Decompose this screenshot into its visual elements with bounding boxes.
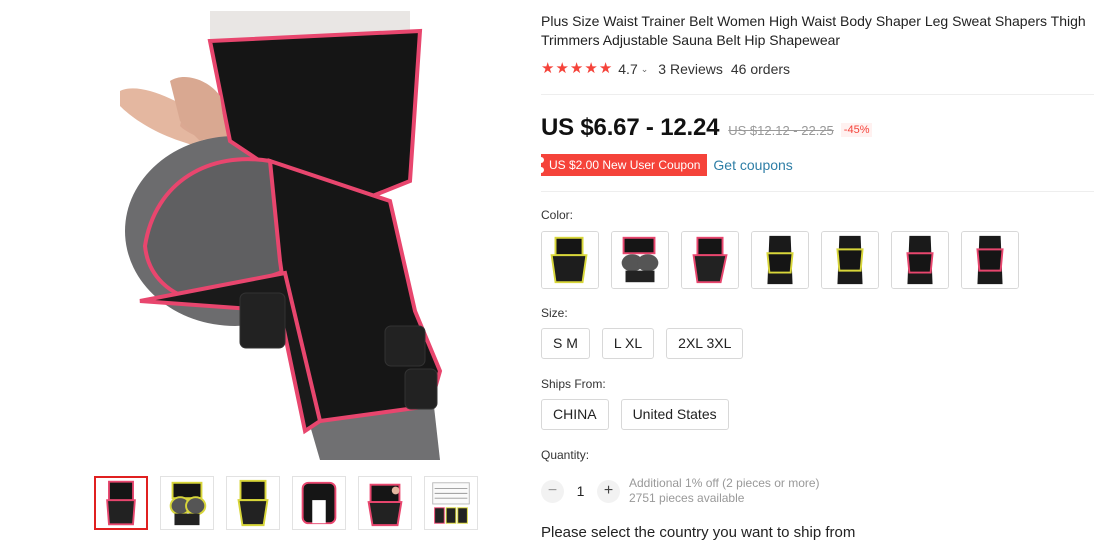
size-option-2xl-3xl[interactable]: 2XL 3XL xyxy=(666,328,744,359)
thumbnail-1[interactable] xyxy=(94,476,148,530)
quantity-value[interactable]: 1 xyxy=(564,483,597,499)
thumbnail-strip xyxy=(94,476,478,530)
reviews-link[interactable]: 3 Reviews xyxy=(658,61,723,77)
quantity-label: Quantity: xyxy=(541,448,590,462)
ships-from-united-states[interactable]: United States xyxy=(620,399,729,430)
star-icon: ★ xyxy=(541,60,555,77)
color-option-4[interactable] xyxy=(751,231,809,289)
thumbnail-5[interactable] xyxy=(358,476,412,530)
product-title: Plus Size Waist Trainer Belt Women High … xyxy=(541,13,1086,48)
color-option-1[interactable] xyxy=(541,231,599,289)
rating-value[interactable]: 4.7 xyxy=(618,61,637,77)
ships-from-options: CHINA United States xyxy=(541,399,729,430)
chevron-down-icon[interactable]: ⌄ xyxy=(641,64,649,75)
quantity-info: Additional 1% off (2 pieces or more) 275… xyxy=(629,476,820,506)
product-photo-illustration xyxy=(120,11,443,460)
quantity-discount-note: Additional 1% off (2 pieces or more) xyxy=(629,476,820,490)
rating-row: ★ ★ ★ ★ ★ 4.7 ⌄ 3 Reviews 46 orders xyxy=(541,61,791,78)
size-option-s-m[interactable]: S M xyxy=(541,328,590,359)
divider xyxy=(541,191,1094,192)
coupon-badge: US $2.00 New User Coupon xyxy=(537,154,708,176)
shipping-message: Please select the country you want to sh… xyxy=(541,524,856,541)
quantity-increase-button[interactable]: + xyxy=(597,479,620,503)
size-label: Size: xyxy=(541,306,568,320)
thumbnail-4[interactable] xyxy=(292,476,346,530)
color-label: Color: xyxy=(541,208,574,222)
orders-count: 46 orders xyxy=(730,61,791,77)
color-option-7[interactable] xyxy=(961,231,1019,289)
thumbnail-2[interactable] xyxy=(160,476,214,530)
thumbnail-3[interactable] xyxy=(226,476,280,530)
quantity-decrease-button[interactable]: − xyxy=(541,479,564,503)
star-icon: ★ xyxy=(584,60,598,77)
pieces-available: 2751 pieces available xyxy=(629,491,745,505)
size-option-l-xl[interactable]: L XL xyxy=(601,328,655,359)
color-option-2[interactable] xyxy=(611,231,669,289)
original-price: US $12.12 - 22.25 xyxy=(728,123,834,138)
ships-from-label: Ships From: xyxy=(541,377,606,391)
ships-from-china[interactable]: CHINA xyxy=(541,399,609,430)
divider xyxy=(541,94,1094,95)
star-icon: ★ xyxy=(598,60,613,77)
current-price: US $6.67 - 12.24 xyxy=(541,114,720,141)
size-options: S M L XL 2XL 3XL xyxy=(541,328,744,359)
rating-stars: ★ ★ ★ ★ ★ xyxy=(541,61,612,77)
star-icon: ★ xyxy=(555,60,569,77)
quantity-stepper: − 1 + Additional 1% off (2 pieces or mor… xyxy=(541,476,820,506)
main-product-image[interactable] xyxy=(60,11,477,460)
color-options xyxy=(541,231,1019,289)
color-option-5[interactable] xyxy=(821,231,879,289)
get-coupons-link[interactable]: Get coupons xyxy=(713,157,792,173)
color-option-3[interactable] xyxy=(681,231,739,289)
discount-badge: -45% xyxy=(840,123,873,137)
thumbnail-6[interactable] xyxy=(424,476,478,530)
star-icon: ★ xyxy=(569,60,584,77)
coupon-row: US $2.00 New User Coupon Get coupons xyxy=(537,154,793,176)
color-option-6[interactable] xyxy=(891,231,949,289)
price-row: US $6.67 - 12.24 US $12.12 - 22.25 -45% xyxy=(541,114,873,142)
